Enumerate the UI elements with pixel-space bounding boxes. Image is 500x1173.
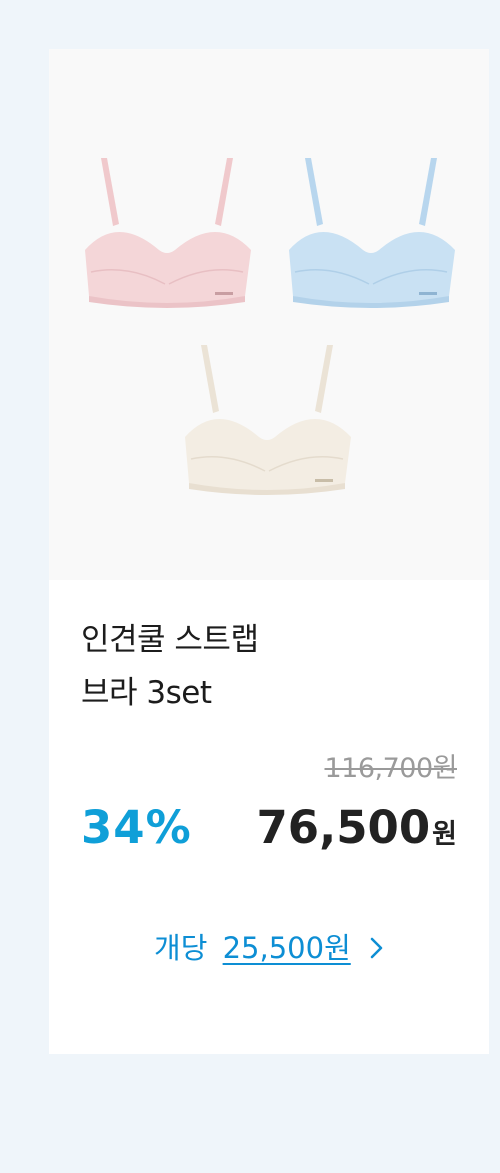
pink-bra-image [85, 158, 251, 308]
sale-price-unit: 원 [432, 819, 457, 850]
blue-bra-image [289, 158, 455, 308]
per-unit-price-link[interactable]: 개당 25,500원 [49, 925, 489, 967]
ivory-bra-image [185, 345, 351, 495]
original-price: 116,700원 [324, 753, 458, 784]
per-unit-price[interactable]: 25,500원 [223, 931, 351, 965]
discount-rate: 34% [81, 801, 192, 854]
product-title-line1: 인견쿨 스트랩 [81, 622, 259, 658]
product-image[interactable] [49, 49, 489, 580]
sale-price: 76,500원 [257, 801, 458, 854]
per-unit-prefix: 개당 [154, 931, 208, 965]
product-title[interactable]: 인견쿨 스트랩 브라 3set [81, 614, 461, 720]
product-card[interactable]: 인견쿨 스트랩 브라 3set 116,700원 34% 76,500원 개당 … [49, 49, 489, 1054]
product-title-line2: 브라 3set [81, 675, 212, 711]
chevron-right-icon[interactable] [370, 937, 384, 959]
sale-price-amount: 76,500 [256, 801, 431, 854]
